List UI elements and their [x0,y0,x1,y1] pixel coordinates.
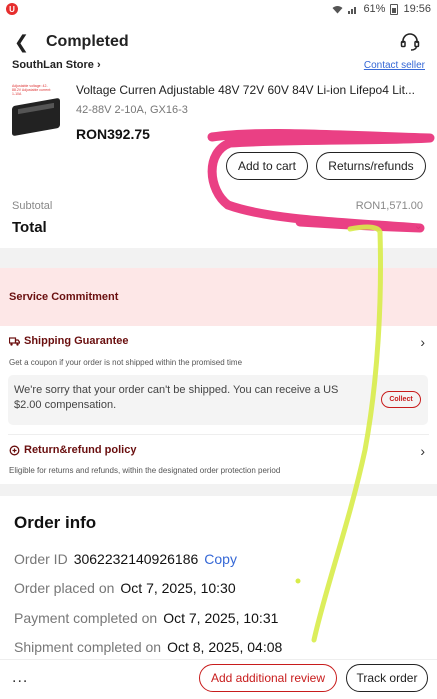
thumbnail-caption: Adjustable voltage: 42-88.2V Adjustable … [12,84,52,96]
compensation-notice: We're sorry that your order can't be shi… [8,375,428,425]
track-order-button[interactable]: Track order [346,664,428,692]
subtotal-row: Subtotal RON1,571.00 [12,200,423,212]
add-review-button[interactable]: Add additional review [199,664,337,692]
status-bar: U 61% 19:56 [0,0,437,18]
page-title: Completed [46,33,129,50]
charger-image [12,97,60,137]
store-row: SouthLan Store › Contact seller [12,58,425,72]
compensation-text: We're sorry that your order can't be shi… [14,384,339,411]
chevron-right-icon[interactable]: › [420,334,425,350]
signal-icon [348,6,357,14]
status-right: 61% 19:56 [332,3,431,15]
return-policy-desc: Eligible for returns and refunds, within… [9,466,281,475]
order-placed-label: Order placed on [14,580,115,596]
order-placed-row: Order placed on Oct 7, 2025, 10:30 [14,580,236,596]
return-policy-label: Return&refund policy [24,444,137,456]
app-notification-icon: U [6,3,18,15]
service-commitment-title: Service Commitment [9,291,119,303]
subtotal-value: RON1,571.00 [355,200,423,212]
wifi-icon [332,5,343,13]
subtotal-label: Subtotal [12,200,53,212]
store-name[interactable]: SouthLan Store › [12,59,101,71]
order-id-value: 3062232140926186 [73,551,199,567]
back-arrow-icon[interactable]: ❮ [14,32,40,53]
order-id-row: Order ID 3062232140926186 Copy [14,551,237,567]
total-label: Total [12,219,47,236]
total-row[interactable]: Total ⌄ [12,219,423,236]
order-placed-value: Oct 7, 2025, 10:30 [120,580,236,596]
chevron-right-icon[interactable]: › [420,443,425,459]
contact-seller-link[interactable]: Contact seller [364,60,425,71]
product-title[interactable]: Voltage Curren Adjustable 48V 72V 60V 84… [76,83,427,97]
collect-button[interactable]: Collect [381,391,421,408]
battery-percent: 61% [363,3,386,15]
return-policy-title[interactable]: Return&refund policy [9,444,136,456]
battery-icon [390,3,399,15]
bottom-action-bar: ... Add additional review Track order [0,659,437,699]
payment-completed-label: Payment completed on [14,610,158,626]
divider [8,434,429,435]
truck-icon [9,336,20,346]
more-options-icon[interactable]: ... [12,669,28,687]
shipping-guarantee-title[interactable]: Shipping Guarantee [9,335,129,347]
service-commitment-header: Service Commitment [0,268,437,326]
product-price: RON392.75 [76,126,150,142]
section-divider [0,484,437,496]
shipping-guarantee-desc: Get a coupon if your order is not shippe… [9,358,243,367]
payment-completed-value: Oct 7, 2025, 10:31 [163,610,279,626]
add-to-cart-button[interactable]: Add to cart [226,152,308,180]
clock: 19:56 [403,3,431,15]
section-divider [0,248,437,268]
product-item[interactable]: Adjustable voltage: 42-88.2V Adjustable … [10,78,427,158]
header: ❮ Completed [0,26,437,58]
return-policy-icon [9,445,20,455]
chevron-down-icon[interactable]: ⌄ [414,219,423,236]
product-thumbnail[interactable]: Adjustable voltage: 42-88.2V Adjustable … [10,82,64,138]
shipment-completed-label: Shipment completed on [14,639,162,655]
shipping-guarantee-label: Shipping Guarantee [24,335,129,347]
copy-order-id-button[interactable]: Copy [204,551,237,567]
order-info-title: Order info [14,513,97,532]
order-id-label: Order ID [14,551,68,567]
shipment-completed-value: Oct 8, 2025, 04:08 [167,639,283,655]
shipment-completed-row: Shipment completed on Oct 8, 2025, 04:08 [14,639,282,655]
product-spec: 42-88V 2-10A, GX16-3 [76,104,188,116]
customer-support-icon[interactable] [399,31,421,53]
returns-refunds-button[interactable]: Returns/refunds [316,152,426,180]
payment-completed-row: Payment completed on Oct 7, 2025, 10:31 [14,610,278,626]
